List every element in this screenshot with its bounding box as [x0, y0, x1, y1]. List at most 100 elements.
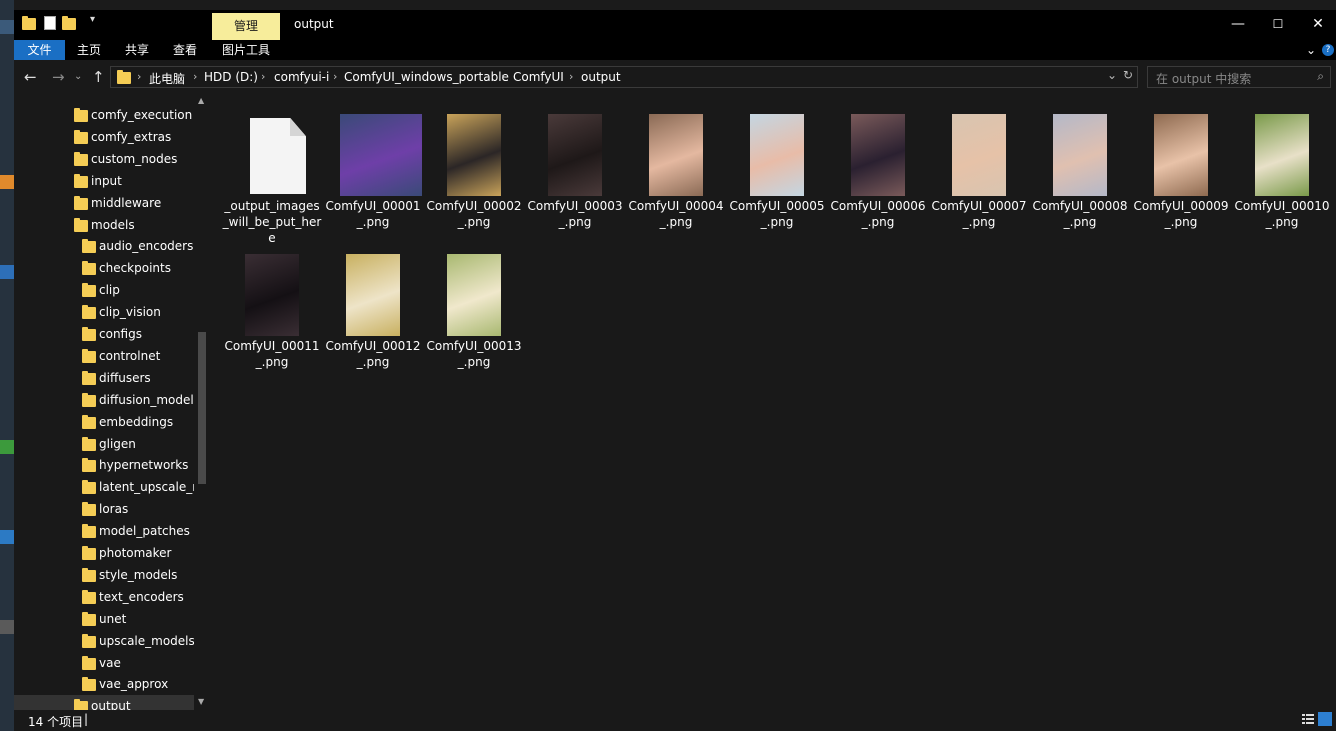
properties-icon[interactable] — [44, 16, 56, 30]
breadcrumb-separator: › — [193, 70, 198, 83]
file-name: ComfyUI_00002_.png — [426, 199, 522, 229]
help-icon[interactable]: ? — [1322, 44, 1334, 56]
nav-tree-item-clip[interactable]: clip — [14, 279, 194, 301]
nav-tree-item-model-patches[interactable]: model_patches — [14, 520, 194, 542]
folder-icon — [82, 589, 96, 604]
nav-tree-item-controlnet[interactable]: controlnet — [14, 345, 194, 367]
nav-tree-label: style_models — [99, 567, 178, 582]
file-item[interactable]: ComfyUI_00005_.png — [727, 104, 827, 240]
nav-tree-item-style-models[interactable]: style_models — [14, 564, 194, 586]
scroll-up-icon[interactable]: ▲ — [198, 96, 204, 105]
file-item[interactable]: ComfyUI_00013_.png — [424, 244, 524, 380]
file-item[interactable]: ComfyUI_00010_.png — [1232, 104, 1332, 240]
folder-icon — [82, 305, 96, 320]
nav-tree-item-audio-encoders[interactable]: audio_encoders — [14, 235, 194, 257]
recent-locations-icon[interactable]: ⌄ — [74, 71, 82, 82]
file-name: ComfyUI_00008_.png — [1032, 199, 1128, 229]
file-item[interactable]: ComfyUI_00012_.png — [323, 244, 423, 380]
nav-tree-item-loras[interactable]: loras — [14, 498, 194, 520]
tab-file[interactable]: 文件 — [14, 40, 65, 60]
nav-tree-item-unet[interactable]: unet — [14, 608, 194, 630]
nav-tree-item-output[interactable]: output — [14, 695, 194, 710]
nav-tree-item-upscale-models[interactable]: upscale_models — [14, 630, 194, 652]
file-item[interactable]: ComfyUI_00011_.png — [222, 244, 322, 380]
nav-tree-item-embeddings[interactable]: embeddings — [14, 411, 194, 433]
nav-scrollbar[interactable]: ▲ ▼ — [196, 94, 208, 710]
nav-tree-item-configs[interactable]: configs — [14, 323, 194, 345]
file-item[interactable]: ComfyUI_00008_.png — [1030, 104, 1130, 240]
nav-tree-item-input[interactable]: input — [14, 170, 194, 192]
file-item[interactable]: ComfyUI_00003_.png — [525, 104, 625, 240]
folder-icon — [82, 392, 96, 407]
maximize-button[interactable]: ☐ — [1258, 10, 1298, 38]
scrollbar-thumb[interactable] — [198, 332, 206, 484]
nav-tree-item-vae[interactable]: vae — [14, 652, 194, 674]
file-item[interactable]: ComfyUI_00001_.png — [323, 104, 423, 240]
item-count: 14 个项目 — [28, 715, 84, 729]
folder-icon — [74, 108, 88, 122]
nav-tree-item-models[interactable]: models — [14, 214, 194, 236]
refresh-icon[interactable]: ↻ — [1123, 68, 1133, 82]
breadcrumb-comfyui-i[interactable]: comfyui-i — [274, 70, 329, 84]
breadcrumb-drive[interactable]: HDD (D:) — [204, 70, 258, 84]
address-dropdown-icon[interactable]: ⌄ — [1107, 68, 1117, 82]
breadcrumb-this-pc[interactable]: 此电脑 — [149, 70, 185, 87]
file-item[interactable]: ComfyUI_00007_.png — [929, 104, 1029, 240]
nav-tree-label: model_patches — [99, 524, 190, 539]
file-item[interactable]: _output_images_will_be_put_here — [222, 104, 322, 245]
nav-tree-item-diffusers[interactable]: diffusers — [14, 367, 194, 389]
nav-tree-item-middleware[interactable]: middleware — [14, 192, 194, 214]
folder-icon — [82, 261, 96, 276]
nav-tree-item-custom-nodes[interactable]: custom_nodes — [14, 148, 194, 170]
file-name: ComfyUI_00013_.png — [426, 339, 522, 369]
file-name: ComfyUI_00001_.png — [325, 199, 421, 229]
nav-tree-item-diffusion-models[interactable]: diffusion_models — [14, 389, 194, 411]
tab-picture-tools[interactable]: 图片工具 — [212, 40, 280, 60]
search-input[interactable]: 在 output 中搜索 ⌕ — [1147, 66, 1331, 88]
file-item[interactable]: ComfyUI_00006_.png — [828, 104, 928, 240]
file-item[interactable]: ComfyUI_00004_.png — [626, 104, 726, 240]
file-item[interactable]: ComfyUI_00009_.png — [1131, 104, 1231, 240]
close-button[interactable]: ✕ — [1298, 10, 1336, 38]
breadcrumb-separator: › — [137, 70, 142, 83]
customize-quick-access-icon[interactable]: ▾ — [90, 14, 95, 25]
forward-button[interactable]: → — [52, 68, 65, 86]
folder-icon — [74, 129, 88, 144]
breadcrumb-separator: › — [333, 70, 338, 83]
nav-tree-label: middleware — [91, 195, 162, 210]
minimize-button[interactable]: — — [1218, 10, 1258, 38]
nav-tree-item-hypernetworks[interactable]: hypernetworks — [14, 454, 194, 476]
back-button[interactable]: ← — [24, 68, 37, 86]
up-button[interactable]: ↑ — [92, 68, 105, 86]
nav-tree-item-comfy-execution[interactable]: comfy_execution — [14, 104, 194, 126]
tab-view[interactable]: 查看 — [162, 40, 208, 60]
breadcrumb-portable[interactable]: ComfyUI_windows_portable — [344, 70, 509, 84]
nav-tree-item-latent-upscale-mc[interactable]: latent_upscale_mc — [14, 476, 194, 498]
nav-tree-item-checkpoints[interactable]: checkpoints — [14, 257, 194, 279]
folder-icon — [82, 348, 96, 363]
search-icon[interactable]: ⌕ — [1317, 69, 1324, 84]
folder-icon — [82, 524, 96, 539]
file-item[interactable]: ComfyUI_00002_.png — [424, 104, 524, 240]
nav-tree-item-comfy-extras[interactable]: comfy_extras — [14, 126, 194, 148]
nav-tree-item-text-encoders[interactable]: text_encoders — [14, 586, 194, 608]
nav-tree-item-gligen[interactable]: gligen — [14, 433, 194, 455]
nav-tree-item-photomaker[interactable]: photomaker — [14, 542, 194, 564]
nav-tree-item-clip-vision[interactable]: clip_vision — [14, 301, 194, 323]
folder-icon — [82, 436, 96, 451]
breadcrumb-comfyui[interactable]: ComfyUI — [513, 70, 564, 84]
ribbon-expand-icon[interactable]: ⌄ — [1304, 40, 1318, 60]
scroll-down-icon[interactable]: ▼ — [198, 697, 204, 706]
folder-icon — [82, 414, 96, 429]
tab-manage[interactable]: 管理 — [212, 13, 280, 40]
tab-share[interactable]: 共享 — [114, 40, 160, 60]
nav-tree-item-vae-approx[interactable]: vae_approx — [14, 673, 194, 695]
tab-home[interactable]: 主页 — [66, 40, 112, 60]
breadcrumb-output[interactable]: output — [581, 70, 621, 84]
details-view-icon[interactable] — [1302, 713, 1314, 725]
address-bar[interactable]: › 此电脑 › HDD (D:) › comfyui-i › ComfyUI_w… — [110, 66, 1138, 88]
large-icons-view-icon[interactable] — [1318, 712, 1332, 726]
nav-tree-label: custom_nodes — [91, 151, 178, 166]
nav-tree-label: hypernetworks — [99, 458, 189, 473]
navigation-pane: comfy_execution comfy_extras custom_nodesi… — [14, 94, 210, 710]
